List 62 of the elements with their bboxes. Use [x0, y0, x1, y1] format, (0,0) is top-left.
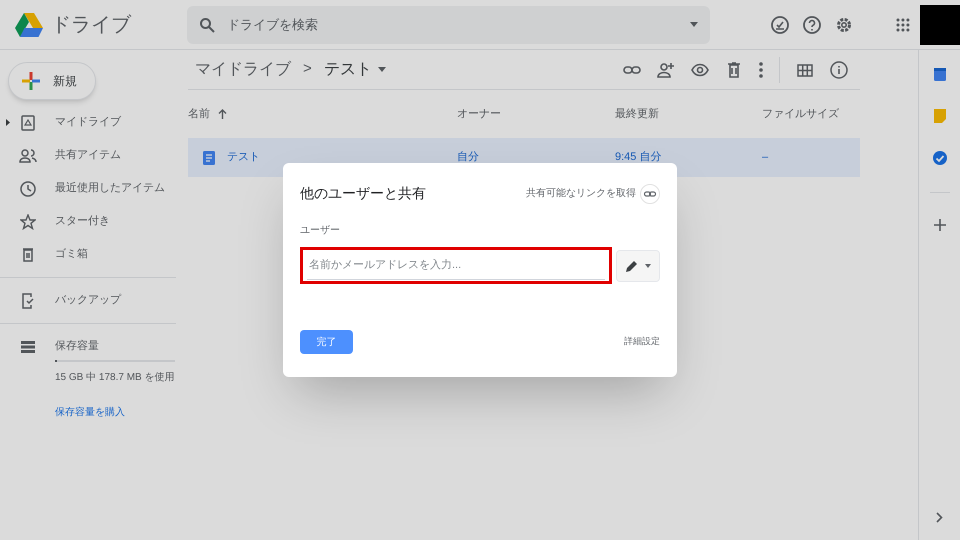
sidebar-item[interactable]: スター付き: [0, 205, 188, 238]
search-field[interactable]: ドライブを検索: [186, 6, 710, 44]
sort-up-arrow-icon[interactable]: [218, 109, 227, 119]
drive-logo-icon: [15, 12, 43, 36]
sidebar-item[interactable]: バックアップ: [0, 284, 188, 317]
permission-dropdown[interactable]: [616, 250, 660, 282]
caret-icon: [690, 22, 698, 27]
app-title: ドライブ: [51, 12, 131, 38]
table-cell-text: 9:45 自分: [615, 150, 662, 166]
sidebar-item[interactable]: 共有アイテム: [0, 139, 188, 172]
breadcrumb-link[interactable]: マイドライブ: [195, 58, 291, 82]
more-vert-icon[interactable]: [759, 60, 763, 78]
sidebar-item[interactable]: 保存容量: [0, 330, 188, 363]
search-input[interactable]: ドライブを検索: [226, 14, 678, 34]
plus-icon: [21, 71, 41, 91]
apps-grid-icon[interactable]: [896, 18, 910, 32]
column-header[interactable]: オーナー: [457, 106, 501, 122]
email-input-field[interactable]: 名前かメールアドレスを入力...: [300, 247, 612, 284]
check-circle-icon[interactable]: [932, 150, 948, 166]
dialog-title: 他のユーザーと共有: [300, 184, 426, 203]
phone-check-icon: [20, 292, 34, 308]
column-header[interactable]: 名前: [188, 106, 210, 122]
document-icon: [203, 150, 215, 164]
breadcrumb-separator: >: [303, 59, 312, 80]
table-cell-text: 自分: [457, 150, 480, 166]
add-person-icon[interactable]: [657, 60, 675, 78]
expand-arrow-icon[interactable]: [6, 119, 10, 126]
eye-icon[interactable]: [691, 60, 709, 78]
column-header[interactable]: 最終更新: [615, 106, 659, 122]
done-button[interactable]: 完了: [300, 330, 353, 354]
advanced-settings-link[interactable]: 詳細設定: [624, 335, 660, 349]
check-circle-icon[interactable]: [770, 14, 790, 34]
file-name: テスト: [227, 150, 260, 166]
breadcrumb-current[interactable]: テスト: [324, 58, 372, 82]
email-input[interactable]: 名前かメールアドレスを入力...: [307, 252, 605, 280]
caret-icon: [645, 264, 651, 268]
star-icon: [20, 214, 36, 230]
storage-icon: [20, 340, 34, 352]
field-label: ユーザー: [300, 224, 341, 238]
people-icon: [18, 148, 36, 162]
calendar-icon[interactable]: [932, 66, 946, 82]
get-link[interactable]: 共有可能なリンクを取得: [526, 186, 636, 201]
plus-icon[interactable]: [934, 219, 946, 231]
trash-icon[interactable]: [725, 60, 743, 78]
sidebar-item[interactable]: マイドライブ: [0, 106, 188, 139]
link-icon[interactable]: [640, 184, 660, 204]
info-icon[interactable]: [830, 60, 848, 78]
sidebar-item[interactable]: 最近使用したアイテム: [0, 172, 188, 205]
column-header[interactable]: ファイルサイズ: [762, 106, 839, 122]
help-icon[interactable]: [802, 14, 822, 34]
drive-icon: [20, 114, 34, 130]
storage-usage: 15 GB 中 178.7 MB を使用: [55, 370, 176, 385]
new-button[interactable]: 新規: [8, 62, 96, 100]
clock-icon: [20, 180, 36, 196]
trash-icon: [22, 247, 34, 262]
caret-icon: [378, 67, 386, 72]
sidebar-item[interactable]: ゴミ箱: [0, 238, 188, 271]
table-cell-text: –: [762, 150, 770, 166]
chevron-right-icon[interactable]: [936, 512, 943, 523]
pencil-icon: [625, 258, 639, 272]
buy-storage-link[interactable]: 保存容量を購入: [55, 405, 188, 420]
search-icon: [198, 16, 215, 32]
